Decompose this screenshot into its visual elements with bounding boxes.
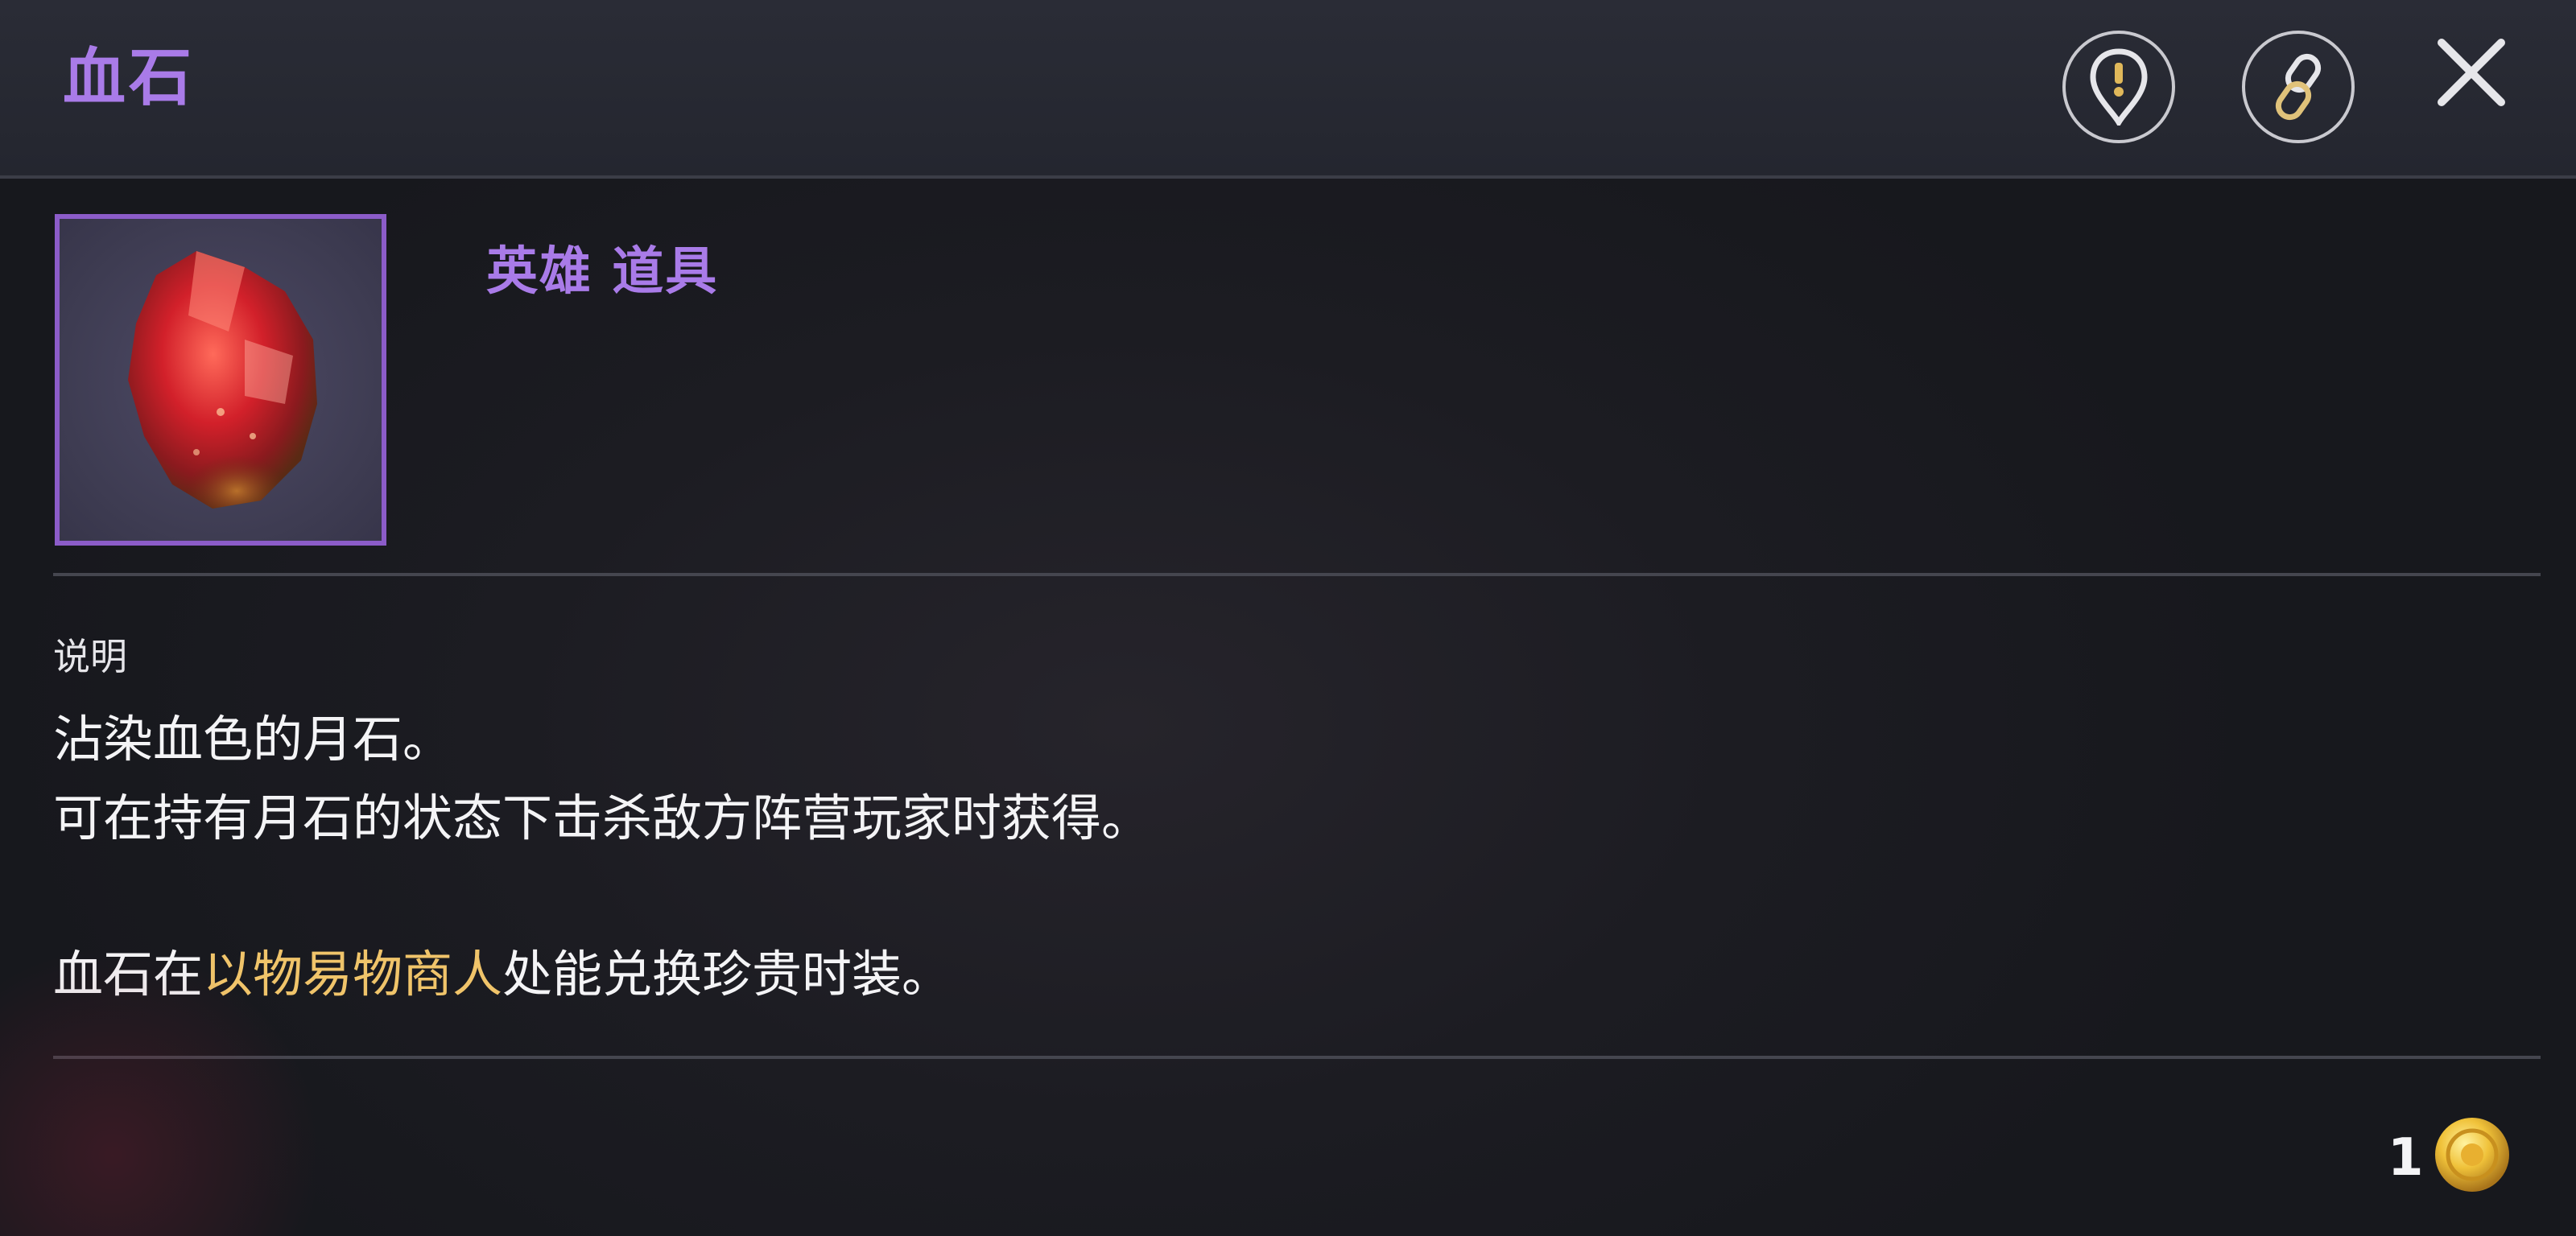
description-line-2: 可在持有月石的状态下击杀敌方阵营玩家时获得。 [53, 789, 1152, 847]
blood-stone-icon [128, 251, 317, 509]
link-button[interactable] [2242, 31, 2355, 143]
description-line-3: 血石在以物易物商人处能兑换珍贵时装。 [53, 950, 952, 999]
item-rarity-label: 英雄 道具 [486, 242, 719, 302]
description-line-3-suffix: 处能兑换珍贵时装。 [502, 945, 952, 1003]
report-button[interactable] [2062, 31, 2175, 143]
item-tooltip-panel: 血石 英雄 道具 说明 沾染血色的月石。 可在持有月石的状态下击杀敌方阵营玩家时… [0, 0, 2576, 1236]
close-button[interactable] [2423, 24, 2520, 121]
header-bar: 血石 [0, 0, 2576, 179]
barter-merchant-link: 以物易物商人 [203, 945, 503, 1003]
description-section-label: 说明 [53, 635, 127, 678]
close-icon [2438, 39, 2505, 106]
divider [53, 1056, 2541, 1059]
gold-coin-icon [2435, 1118, 2509, 1192]
description-line-1: 沾染血色的月石。 [53, 710, 453, 768]
item-image-frame [55, 214, 386, 546]
item-quantity: 1 [2388, 1128, 2424, 1188]
link-icon [2275, 53, 2322, 121]
report-pin-icon [2090, 48, 2148, 126]
item-title: 血石 [63, 42, 196, 114]
description-line-3-prefix: 血石在 [53, 945, 204, 1003]
divider [53, 573, 2541, 576]
